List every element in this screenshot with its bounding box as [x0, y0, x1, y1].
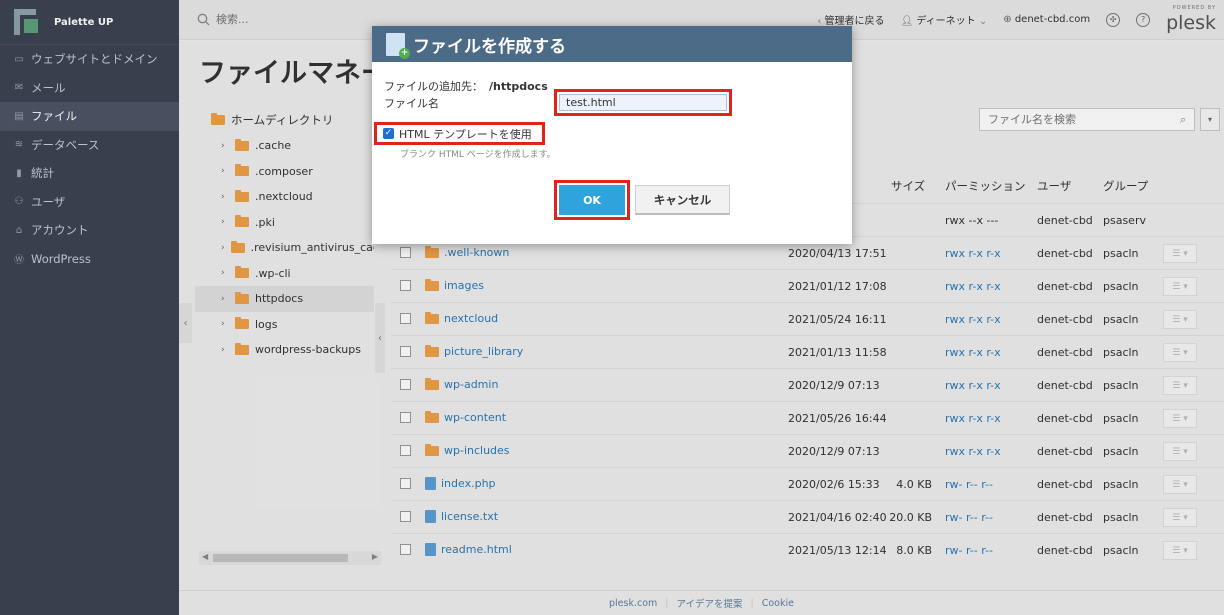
- filename-label: ファイル名: [384, 97, 439, 110]
- target-label: ファイルの追加先：: [384, 80, 483, 93]
- dialog-header: + ファイルを作成する: [372, 26, 852, 62]
- new-file-icon: +: [386, 32, 410, 59]
- cancel-button[interactable]: キャンセル: [635, 185, 730, 215]
- filename-input[interactable]: [559, 94, 727, 111]
- dialog-title: ファイルを作成する: [413, 36, 566, 57]
- template-checkbox[interactable]: ✓: [383, 128, 394, 139]
- filename-highlight: [554, 89, 732, 116]
- template-label[interactable]: HTML テンプレートを使用: [399, 126, 532, 142]
- target-directory: ファイルの追加先： /httpdocs: [384, 78, 548, 94]
- dialog-body: ファイルの追加先： /httpdocs ファイル名 ✓ HTML テンプレートを使…: [372, 62, 852, 244]
- ok-button[interactable]: OK: [559, 185, 625, 215]
- create-file-dialog: + ファイルを作成する ファイルの追加先： /httpdocs ファイル名 ✓ H…: [372, 26, 852, 244]
- ok-highlight: OK: [554, 180, 630, 220]
- target-path: /httpdocs: [489, 80, 548, 93]
- template-help-text: ブランク HTML ページを作成します。: [400, 150, 556, 160]
- template-highlight: ✓ HTML テンプレートを使用: [374, 122, 545, 145]
